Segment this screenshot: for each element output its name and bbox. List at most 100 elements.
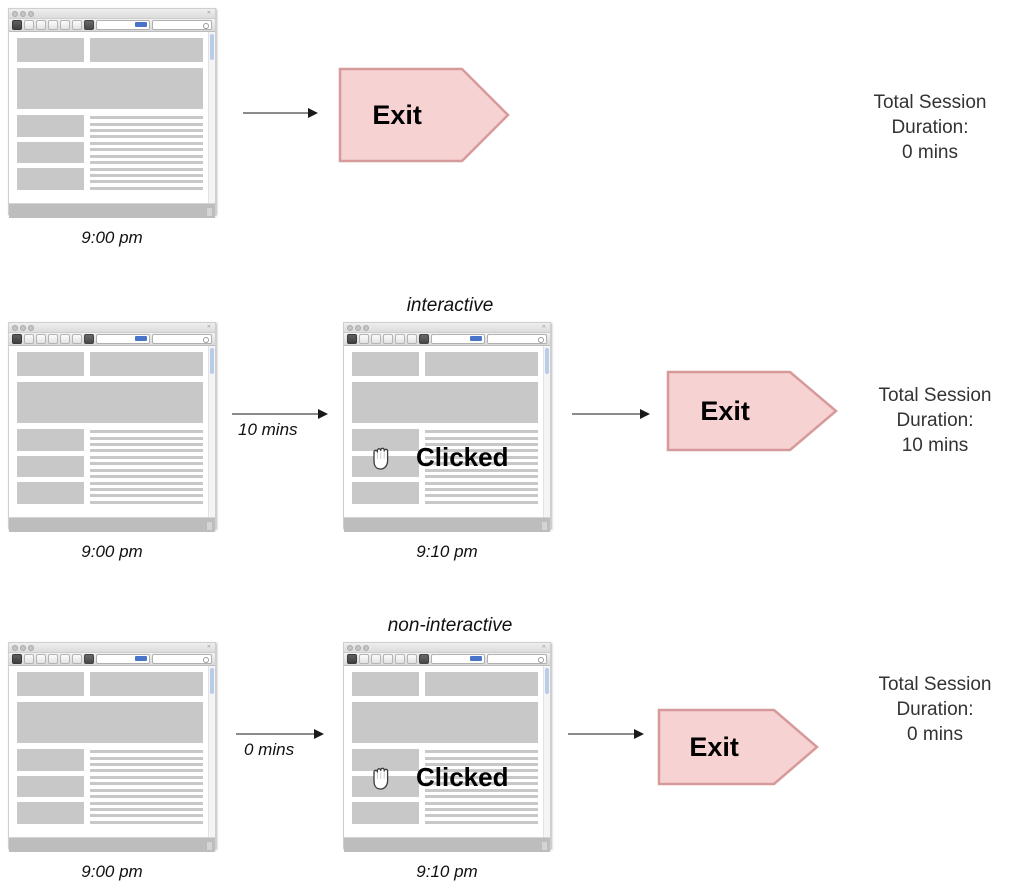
duration-line: Duration: [891,117,969,138]
page-text-lines [89,115,203,190]
reload-button-icon[interactable] [36,334,46,344]
search-box-input[interactable] [152,334,212,344]
page-header-blocks [17,38,203,62]
home-button-icon[interactable] [383,334,393,344]
history-button-icon[interactable] [407,334,417,344]
page-body-blocks [17,429,203,504]
address-bar-badge-icon [470,656,482,661]
page-content: Page 1 [9,32,209,203]
back-button-icon[interactable] [12,334,22,344]
page-body-blocks [17,115,203,190]
search-box-input[interactable] [152,654,212,664]
history-button-icon[interactable] [72,334,82,344]
text-line [89,449,203,453]
sidebar-block [17,455,84,478]
reload-button-icon[interactable] [36,654,46,664]
page-scrollbar-thumb[interactable] [545,348,549,374]
exit-node[interactable]: Exit [338,66,510,164]
back-button-icon[interactable] [347,334,357,344]
window-close-icon[interactable]: ✕ [207,645,211,650]
text-line [89,430,203,434]
window-close-icon[interactable]: ✕ [542,325,546,330]
page-scrollbar-thumb[interactable] [545,668,549,694]
text-line [89,141,203,145]
page-scrollbar-thumb[interactable] [210,668,214,694]
duration-line: Total Session [873,92,987,113]
page-nav-block [89,38,203,62]
browser-titlebar: ✕ [9,9,215,19]
page-hero-fill [352,381,538,424]
page-sidebar-blocks [17,115,84,190]
history-button-icon[interactable] [72,20,82,30]
search-box-input[interactable] [487,334,547,344]
page-scrollbar[interactable] [208,346,215,517]
exit-node[interactable]: Exit [666,369,838,453]
address-bar-input[interactable] [96,654,150,664]
page-scrollbar[interactable] [543,346,550,517]
extension-button-icon[interactable] [419,334,429,344]
text-line [424,750,538,754]
page-scrollbar[interactable] [208,32,215,203]
extension-button-icon[interactable] [84,334,94,344]
home-button-icon[interactable] [48,334,58,344]
search-box-input[interactable] [152,20,212,30]
text-line [89,462,203,466]
sidebar-block [17,775,84,798]
search-box-input[interactable] [487,654,547,664]
page-scrollbar-thumb[interactable] [210,348,214,374]
extension-button-icon[interactable] [84,20,94,30]
page-scrollbar[interactable] [543,666,550,837]
reload-button-icon[interactable] [371,654,381,664]
page-content: Page 1 [9,346,209,517]
forward-button-icon[interactable] [359,654,369,664]
page-scrollbar[interactable] [208,666,215,837]
home-button-icon[interactable] [48,20,58,30]
window-close-icon[interactable]: ✕ [207,325,211,330]
window-close-icon[interactable]: ✕ [542,645,546,650]
address-bar-input[interactable] [431,654,485,664]
arrow-duration-label: 0 mins [244,740,295,759]
bookmarks-button-icon[interactable] [395,334,405,344]
text-line [89,186,203,190]
home-button-icon[interactable] [48,654,58,664]
browser-statusbar [9,517,215,532]
bookmarks-button-icon[interactable] [395,654,405,664]
text-line [89,481,203,485]
extension-button-icon[interactable] [84,654,94,664]
page-logo-block [17,352,84,376]
page-sidebar-blocks [17,429,84,504]
history-button-icon[interactable] [72,654,82,664]
forward-button-icon[interactable] [24,334,34,344]
reload-button-icon[interactable] [36,20,46,30]
session-duration-note: Total Session Duration: 0 mins [836,90,1024,165]
exit-node[interactable]: Exit [657,707,819,787]
bookmarks-button-icon[interactable] [60,654,70,664]
address-bar-input[interactable] [431,334,485,344]
page-nav-block [89,672,203,696]
back-button-icon[interactable] [12,20,22,30]
home-button-icon[interactable] [383,654,393,664]
window-close-icon[interactable]: ✕ [207,11,211,16]
timestamp-caption: 9:00 pm [81,542,143,561]
history-button-icon[interactable] [407,654,417,664]
forward-button-icon[interactable] [24,654,34,664]
text-line [89,167,203,171]
reload-button-icon[interactable] [371,334,381,344]
timestamp-caption: 9:10 pm [416,862,478,881]
browser-statusbar [344,837,550,852]
bookmarks-button-icon[interactable] [60,20,70,30]
page-scrollbar-thumb[interactable] [210,34,214,60]
bookmarks-button-icon[interactable] [60,334,70,344]
page-header-blocks [352,672,538,696]
forward-button-icon[interactable] [359,334,369,344]
forward-button-icon[interactable] [24,20,34,30]
page-hero-block: Event [352,381,538,424]
back-button-icon[interactable] [347,654,357,664]
text-line [89,795,203,799]
text-line [89,807,203,811]
extension-button-icon[interactable] [419,654,429,664]
back-button-icon[interactable] [12,654,22,664]
address-bar-input[interactable] [96,334,150,344]
text-line [424,487,538,491]
address-bar-input[interactable] [96,20,150,30]
